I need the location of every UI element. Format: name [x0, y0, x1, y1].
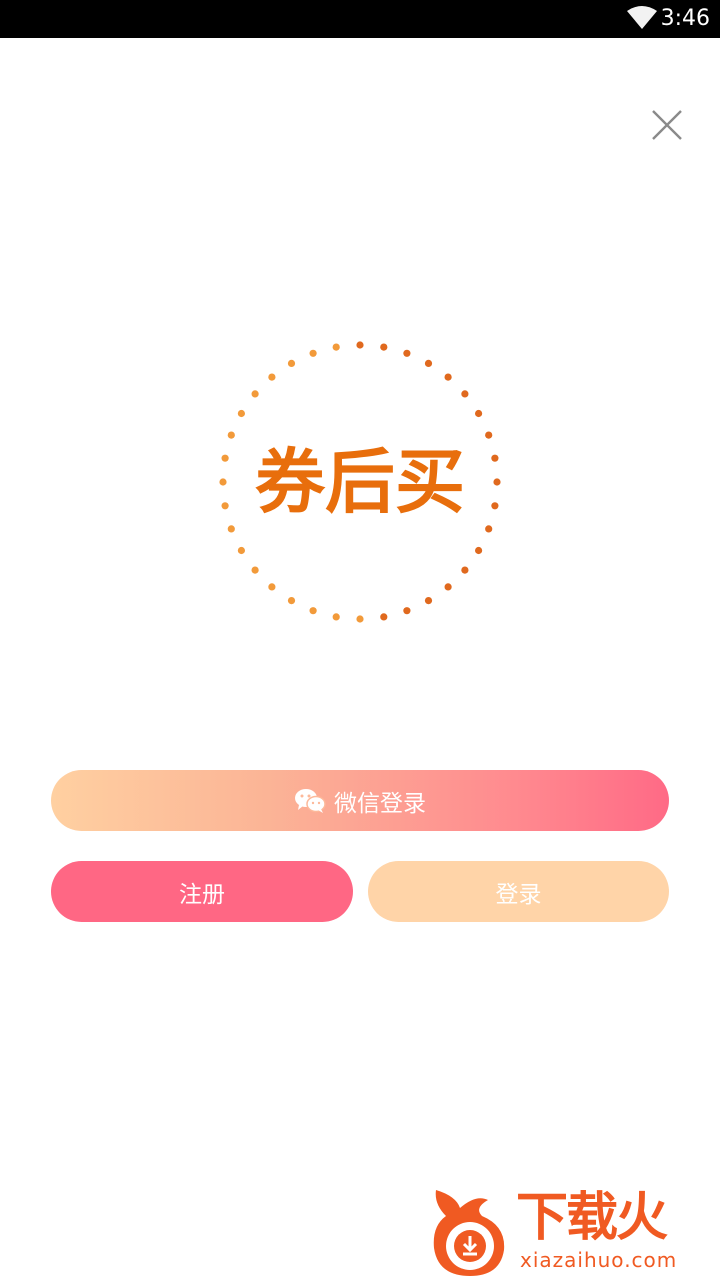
logo-dot	[403, 349, 411, 357]
logo-dot	[403, 607, 411, 615]
watermark-url: xiazaihuo.com	[520, 1248, 678, 1272]
logo-dot	[309, 349, 317, 357]
logo-dot	[227, 431, 235, 439]
logo-dot	[491, 454, 499, 462]
logo-dot	[475, 409, 483, 418]
logo-dot	[221, 502, 229, 510]
wifi-icon	[627, 6, 657, 29]
logo-dot	[461, 566, 469, 574]
login-label: 登录	[495, 881, 542, 908]
logo-dot	[356, 341, 364, 349]
logo-dot	[251, 390, 259, 398]
logo-dot	[332, 343, 340, 351]
logo-dot	[424, 597, 433, 605]
status-time: 3:46	[660, 6, 710, 31]
logo-dot	[444, 583, 452, 591]
wechat-icon	[295, 788, 326, 813]
watermark: 下载火 xiazaihuo.com	[424, 1184, 720, 1280]
app-logo: 券后买	[219, 341, 501, 623]
watermark-title: 下载火	[516, 1188, 668, 1248]
logo-dot	[380, 613, 388, 621]
register-button[interactable]: 注册	[51, 861, 353, 922]
logo-text: 券后买	[255, 441, 465, 523]
logo-dot	[237, 546, 245, 555]
logo-dot	[380, 343, 388, 351]
logo-dot	[461, 390, 469, 398]
logo-dot	[237, 409, 245, 418]
logo-dot	[287, 597, 296, 605]
status-bar: 3:46	[0, 0, 720, 38]
logo-dot	[309, 607, 317, 615]
register-label: 注册	[179, 881, 225, 908]
logo-dot	[251, 566, 259, 574]
logo-dot	[268, 373, 276, 381]
logo-dot	[287, 359, 296, 367]
logo-dot	[493, 478, 501, 486]
logo-dot	[219, 478, 227, 486]
logo-dot	[485, 431, 493, 439]
close-icon	[652, 110, 682, 140]
logo-dot	[424, 359, 433, 367]
flame-download-icon	[433, 1190, 505, 1276]
logo-dot	[332, 613, 340, 621]
logo-dot	[227, 525, 235, 533]
logo-dot	[268, 583, 276, 591]
logo-dot	[356, 615, 364, 623]
login-button[interactable]: 登录	[368, 861, 669, 922]
logo-dot	[444, 373, 452, 381]
logo-dot	[221, 454, 229, 462]
logo-dot	[491, 502, 499, 510]
logo-dot	[475, 546, 483, 555]
wechat-login-button[interactable]: 微信登录	[51, 770, 669, 831]
logo-dot	[485, 525, 493, 533]
close-button[interactable]	[646, 104, 688, 146]
wechat-login-label: 微信登录	[334, 790, 426, 817]
